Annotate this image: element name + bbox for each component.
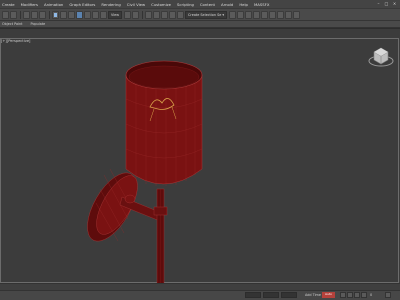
menu-bar: Create Modifiers Animation Graph Editors…	[0, 0, 400, 9]
y-coordinate-field[interactable]	[263, 292, 279, 298]
time-slider[interactable]	[0, 284, 400, 291]
render-setup-icon[interactable]	[277, 10, 285, 19]
select-and-rotate-icon[interactable]	[84, 10, 91, 19]
perspective-viewport[interactable]: [+][Perspective]	[0, 28, 400, 284]
placement-icon[interactable]	[100, 10, 107, 19]
rendered-frame-window-icon[interactable]	[285, 10, 293, 19]
toolbar-divider	[20, 10, 21, 19]
unlink-icon[interactable]	[31, 10, 38, 19]
menu-scripting[interactable]: Scripting	[177, 2, 194, 7]
menu-massfx[interactable]: MASSFX	[254, 2, 269, 7]
close-icon[interactable]: ×	[391, 1, 398, 7]
snaps-toggle-icon[interactable]	[145, 10, 153, 19]
lamp-shade	[125, 60, 203, 186]
go-to-start-icon[interactable]	[340, 292, 346, 298]
current-frame-field[interactable]: 0	[370, 293, 372, 297]
material-editor-icon[interactable]	[269, 10, 277, 19]
angle-snap-icon[interactable]	[153, 10, 161, 19]
previous-frame-icon[interactable]	[347, 292, 353, 298]
toolbar-divider	[49, 10, 50, 19]
select-object-icon[interactable]	[52, 10, 59, 19]
select-and-move-icon[interactable]	[76, 10, 83, 19]
main-toolbar: View Create Selection Se ▾	[0, 9, 400, 21]
rectangular-selection-icon[interactable]	[68, 10, 75, 19]
menu-content[interactable]: Content	[200, 2, 215, 7]
z-coordinate-field[interactable]	[281, 292, 297, 298]
menu-arnold[interactable]: Arnold	[221, 2, 233, 7]
menu-customize[interactable]: Customize	[151, 2, 171, 7]
lamp-model[interactable]	[0, 29, 400, 284]
tab-object-paint[interactable]: Object Paint	[2, 22, 23, 26]
menu-rendering[interactable]: Rendering	[101, 2, 120, 7]
render-production-icon[interactable]	[293, 10, 301, 19]
menu-animation[interactable]: Animation	[44, 2, 63, 7]
percent-snap-icon[interactable]	[161, 10, 169, 19]
undo-icon[interactable]	[2, 10, 9, 19]
reference-coordinate-dropdown[interactable]: View	[108, 10, 123, 19]
viewcube-icon[interactable]	[367, 43, 395, 69]
auto-key-button[interactable]: Auto	[322, 292, 335, 298]
spinner-snap-icon[interactable]	[169, 10, 177, 19]
tab-populate[interactable]: Populate	[31, 22, 46, 26]
pivot-center-icon[interactable]	[124, 10, 132, 19]
zoom-extents-icon[interactable]	[385, 292, 391, 298]
menu-create[interactable]: Create	[2, 2, 15, 7]
bind-space-warp-icon[interactable]	[39, 10, 46, 19]
window-controls: – □ ×	[374, 1, 398, 7]
3ds-max-window: Create Modifiers Animation Graph Editors…	[0, 0, 400, 300]
schematic-view-icon[interactable]	[261, 10, 269, 19]
link-icon[interactable]	[23, 10, 30, 19]
select-and-scale-icon[interactable]	[92, 10, 99, 19]
lamp-stem	[153, 188, 168, 284]
layer-explorer-icon[interactable]	[245, 10, 253, 19]
menu-modifiers[interactable]: Modifiers	[21, 2, 38, 7]
status-bar: Add Time Tag Auto 0	[0, 283, 400, 300]
named-selection-dropdown[interactable]: Create Selection Se ▾	[185, 10, 228, 19]
align-icon[interactable]	[237, 10, 245, 19]
x-coordinate-field[interactable]	[245, 292, 261, 298]
play-icon[interactable]	[354, 292, 360, 298]
next-frame-icon[interactable]	[361, 292, 367, 298]
mirror-icon[interactable]	[229, 10, 237, 19]
menu-help[interactable]: Help	[239, 2, 248, 7]
curve-editor-icon[interactable]	[253, 10, 261, 19]
menu-civil-view[interactable]: Civil View	[127, 2, 145, 7]
select-manipulate-icon[interactable]	[132, 10, 140, 19]
minimize-icon[interactable]: –	[375, 1, 382, 7]
select-by-name-icon[interactable]	[60, 10, 67, 19]
menu-graph-editors[interactable]: Graph Editors	[69, 2, 95, 7]
redo-icon[interactable]	[10, 10, 17, 19]
edit-named-selection-icon[interactable]	[177, 10, 185, 19]
maximize-icon[interactable]: □	[383, 1, 390, 7]
ribbon-bar: Object Paint Populate	[0, 21, 400, 28]
toolbar-divider	[142, 10, 144, 19]
